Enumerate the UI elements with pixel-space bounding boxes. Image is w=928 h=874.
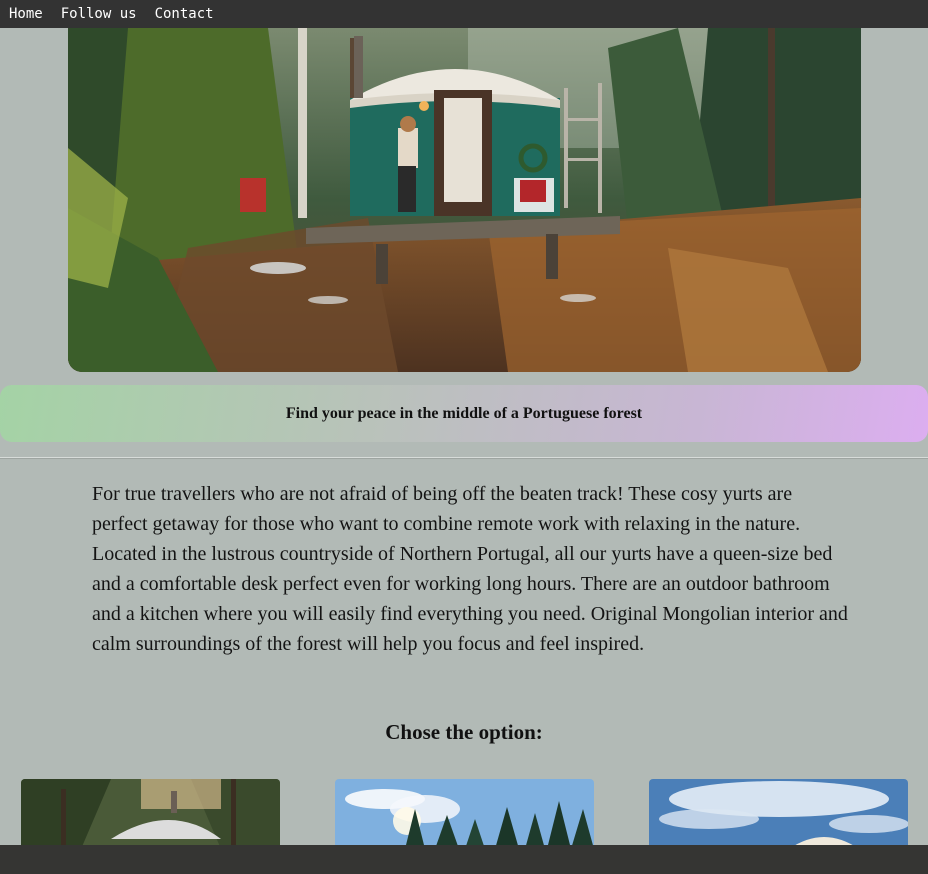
options-heading: Chose the option: [385,720,543,744]
tagline-banner: Find your peace in the middle of a Portu… [0,385,928,442]
option-card-pine-forest[interactable] [335,779,594,849]
nav-contact-link[interactable]: Contact [155,4,214,24]
option-card-yurt-trees[interactable] [21,779,280,849]
top-navigation: Home Follow us Contact [0,0,928,28]
nav-follow-us-link[interactable]: Follow us [61,4,137,24]
option-card-yurt-sky[interactable] [649,779,908,849]
bottom-bar [0,845,928,874]
tagline-text: Find your peace in the middle of a Portu… [285,404,643,422]
intro-paragraph: For true travellers who are not afraid o… [92,483,848,655]
nav-home-link[interactable]: Home [9,4,43,24]
section-divider [0,457,928,459]
hero-image [68,28,861,372]
